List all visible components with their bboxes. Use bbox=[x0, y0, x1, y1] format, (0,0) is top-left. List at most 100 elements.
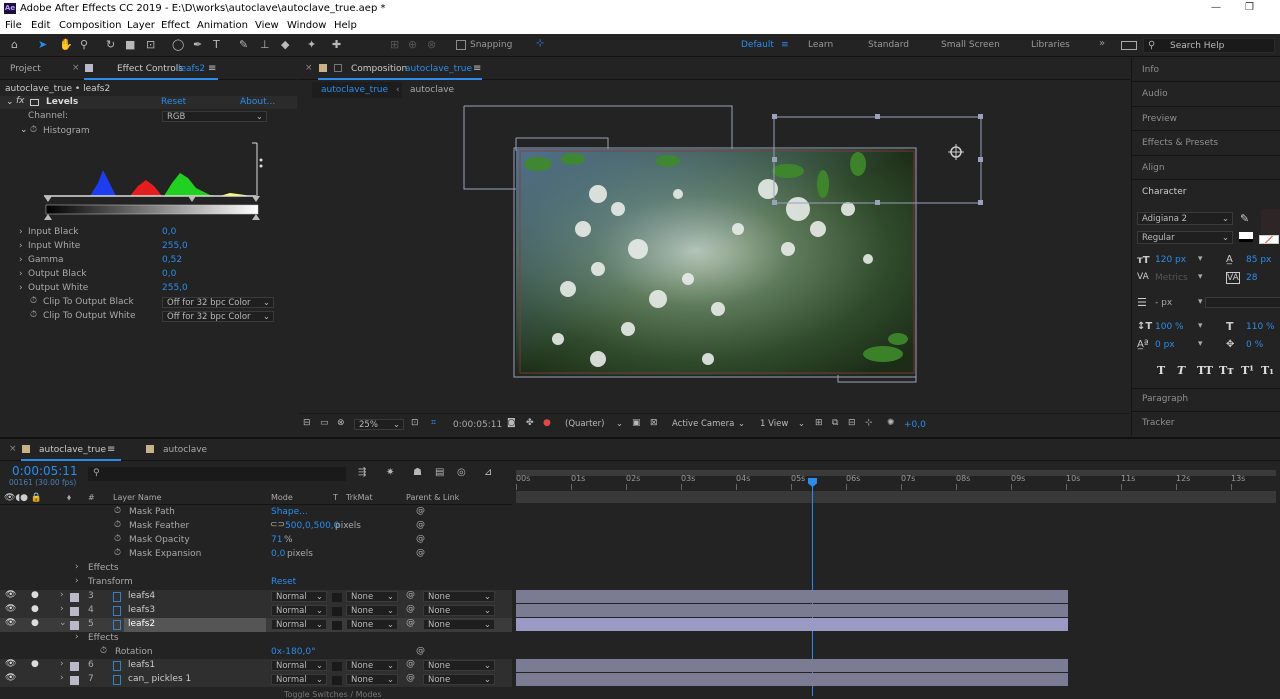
zoom-tool-icon[interactable]: ⚲ bbox=[80, 38, 88, 51]
blend-mode-dropdown[interactable]: Normal ⌄ bbox=[271, 674, 327, 685]
eyedropper-icon[interactable]: ✎ bbox=[1240, 212, 1249, 225]
prop-value[interactable]: 0,52 bbox=[162, 255, 182, 265]
camera-tool-icon[interactable]: ■ bbox=[125, 38, 135, 51]
panel-preview[interactable]: Preview bbox=[1142, 114, 1177, 124]
parent-dropdown[interactable]: None ⌄ bbox=[423, 591, 495, 602]
vertical-scale-value[interactable]: 100 % bbox=[1155, 322, 1184, 332]
sync-settings-icon[interactable] bbox=[1121, 41, 1137, 50]
expand-icon[interactable]: › bbox=[75, 562, 79, 572]
local-axis-icon[interactable]: ⊞ bbox=[390, 38, 399, 51]
stroke-style-dropdown[interactable] bbox=[1205, 297, 1280, 308]
color-channels-icon[interactable]: ● bbox=[543, 418, 551, 428]
layer-row[interactable]: 👁 ● › 3 leafs4 Normal ⌄ None ⌄ @ None ⌄ bbox=[0, 590, 512, 604]
superscript-icon[interactable]: T¹ bbox=[1241, 364, 1254, 377]
toggle-switches-modes[interactable]: Toggle Switches / Modes bbox=[284, 690, 382, 699]
faux-bold-icon[interactable]: T bbox=[1157, 364, 1165, 377]
expand-icon[interactable]: › bbox=[60, 659, 64, 669]
navigator-bar[interactable] bbox=[516, 491, 1276, 503]
prop-value[interactable]: 0,0 bbox=[162, 227, 176, 237]
tsume-value[interactable]: 0 % bbox=[1246, 340, 1263, 350]
expand-icon[interactable]: › bbox=[60, 590, 64, 600]
tracking-value[interactable]: 28 bbox=[1246, 273, 1257, 283]
mask-prop-value[interactable]: 0,0 bbox=[271, 549, 285, 559]
layer-name-header[interactable]: Layer Name bbox=[113, 493, 161, 502]
layer-row[interactable]: 👁 › 7 can_ pickles 1 Normal ⌄ None ⌄ @ Non… bbox=[0, 673, 512, 687]
monitor-icon[interactable]: ▭ bbox=[320, 418, 329, 428]
workspace-small-screen[interactable]: Small Screen bbox=[941, 40, 1000, 50]
preserve-transparency-toggle[interactable] bbox=[332, 593, 342, 602]
prop-value[interactable]: 255,0 bbox=[162, 283, 188, 293]
breadcrumb-other[interactable]: autoclave bbox=[410, 85, 454, 95]
font-style-dropdown[interactable]: Regular ⌄ bbox=[1137, 231, 1233, 244]
frame-blending-icon[interactable]: ▤ bbox=[435, 467, 444, 478]
blend-mode-dropdown[interactable]: Normal ⌄ bbox=[271, 591, 327, 602]
comp-timecode[interactable]: 0:00:05:11 bbox=[453, 420, 502, 430]
comp-mini-flowchart-icon[interactable]: ⇶ bbox=[358, 467, 366, 478]
lock-icon[interactable] bbox=[334, 64, 342, 72]
menu-window[interactable]: Window bbox=[287, 20, 326, 31]
label-color-swatch[interactable] bbox=[70, 593, 79, 602]
breadcrumb-active[interactable]: autoclave_true bbox=[312, 82, 402, 98]
mask-prop-value[interactable]: 500,0,500,0 bbox=[285, 521, 339, 531]
pickwhip-icon[interactable]: @ bbox=[416, 534, 425, 544]
label-color-swatch[interactable] bbox=[70, 662, 79, 671]
composition-viewer[interactable] bbox=[298, 99, 1130, 413]
tab-effect-layer[interactable]: leafs2 bbox=[178, 64, 205, 74]
home-icon[interactable]: ⌂ bbox=[11, 38, 18, 51]
mask-prop-value[interactable]: Shape... bbox=[271, 507, 308, 517]
panel-menu-icon[interactable]: ≡ bbox=[473, 63, 481, 74]
layer-duration-bar[interactable] bbox=[516, 604, 1068, 617]
stopwatch-icon[interactable]: ⏱ bbox=[30, 296, 37, 306]
layer-name[interactable]: can_ pickles 1 bbox=[128, 674, 191, 684]
ellipse-tool-icon[interactable]: ◯ bbox=[172, 38, 184, 51]
composition-tab-name[interactable]: autoclave_true bbox=[405, 64, 472, 74]
layer-duration-bar[interactable] bbox=[516, 659, 1068, 672]
solo-icon[interactable]: ● bbox=[31, 659, 39, 669]
menu-edit[interactable]: Edit bbox=[31, 20, 50, 31]
font-family-dropdown[interactable]: Adigiana 2 ⌄ bbox=[1137, 212, 1233, 225]
clip-white-dropdown[interactable]: Off for 32 bpc Color ⌄ bbox=[162, 311, 274, 322]
fx-icon[interactable]: fx bbox=[16, 96, 25, 106]
menu-file[interactable]: File bbox=[5, 20, 22, 31]
pickwhip-icon[interactable]: @ bbox=[416, 520, 425, 530]
panel-menu-icon[interactable]: ≡ bbox=[208, 63, 216, 74]
horizontal-scale-value[interactable]: 110 % bbox=[1246, 322, 1275, 332]
label-color-swatch[interactable] bbox=[70, 676, 79, 685]
layer-duration-bar[interactable] bbox=[516, 590, 1068, 603]
pickwhip-icon[interactable]: @ bbox=[406, 618, 415, 628]
fit-icon[interactable]: ⊡ bbox=[411, 418, 419, 428]
no-color-icon[interactable] bbox=[1259, 235, 1279, 244]
track-matte-dropdown[interactable]: None ⌄ bbox=[346, 605, 398, 616]
pickwhip-icon[interactable]: @ bbox=[416, 646, 425, 656]
layer-row-selected[interactable]: 👁 ● ⌄ 5 leafs2 Normal ⌄ None ⌄ @ None ⌄ bbox=[0, 618, 512, 632]
preserve-transparency-toggle[interactable] bbox=[332, 621, 342, 630]
panel-align[interactable]: Align bbox=[1142, 163, 1165, 173]
panel-effects-presets[interactable]: Effects & Presets bbox=[1142, 138, 1218, 148]
world-axis-icon[interactable]: ⊕ bbox=[408, 38, 417, 51]
kerning-value[interactable]: Metrics bbox=[1155, 273, 1188, 283]
camera-dropdown[interactable]: Active Camera ⌄ bbox=[668, 419, 748, 430]
menu-composition[interactable]: Composition bbox=[59, 20, 121, 31]
layer-duration-bar[interactable] bbox=[516, 673, 1068, 686]
clip-black-dropdown[interactable]: Off for 32 bpc Color ⌄ bbox=[162, 297, 274, 308]
expand-icon[interactable]: › bbox=[19, 283, 23, 293]
type-tool-icon[interactable]: T bbox=[213, 38, 220, 51]
all-caps-icon[interactable]: TT bbox=[1197, 364, 1213, 377]
timeline-tab-other[interactable]: autoclave bbox=[163, 445, 207, 455]
layer-name-field[interactable]: leafs2 bbox=[124, 618, 266, 632]
menu-effect[interactable]: Effect bbox=[161, 20, 190, 31]
view-axis-icon[interactable]: ⊗ bbox=[427, 38, 436, 51]
puppet-pin-tool-icon[interactable]: ✚ bbox=[332, 38, 341, 51]
preserve-transparency-toggle[interactable] bbox=[332, 662, 342, 671]
menu-view[interactable]: View bbox=[255, 20, 279, 31]
current-time-display[interactable]: 0:00:05:11 bbox=[12, 464, 78, 478]
show-snapshot-icon[interactable]: ✤ bbox=[526, 418, 534, 428]
track-matte-dropdown[interactable]: None ⌄ bbox=[346, 660, 398, 671]
flowchart-icon[interactable]: ⊹ bbox=[865, 418, 873, 428]
eye-icon[interactable]: 👁 bbox=[5, 618, 16, 628]
font-size-value[interactable]: 120 px bbox=[1155, 255, 1186, 265]
shy-layers-icon[interactable]: ☗ bbox=[413, 467, 422, 478]
timeline-search-input[interactable]: ⚲ bbox=[88, 467, 346, 481]
layer-row[interactable]: 👁 ● › 6 leafs1 Normal ⌄ None ⌄ @ None ⌄ bbox=[0, 659, 512, 673]
clone-stamp-tool-icon[interactable]: ⊥ bbox=[260, 38, 270, 51]
